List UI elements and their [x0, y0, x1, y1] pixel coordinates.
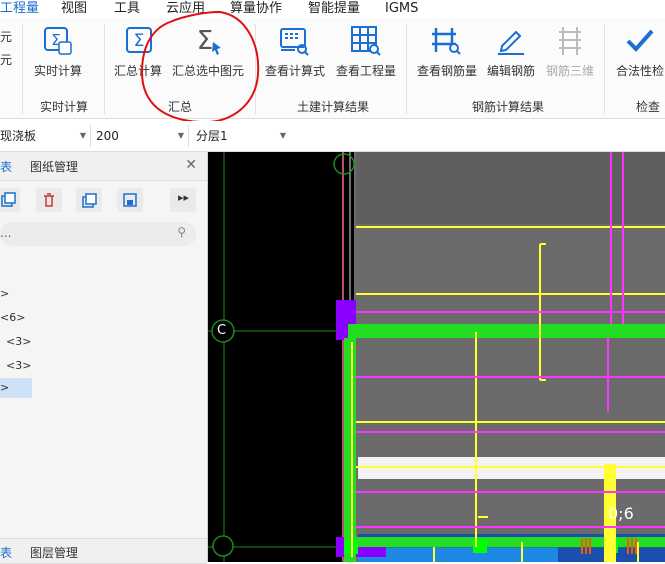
menu-quantity[interactable]: 工程量 — [0, 0, 40, 20]
left-panel: 表 图纸管理 ✕ ▸▸ ... ⚲ > <6> <3> <3> > 表 图层管理 — [0, 152, 208, 564]
tab-drawing-manager[interactable]: 图纸管理 — [30, 158, 78, 175]
menu-smart[interactable]: 智能提量 — [308, 0, 360, 18]
axis-label-c: C — [217, 323, 227, 338]
checkmark-icon — [626, 29, 654, 52]
realtime-calc-icon: Σ — [44, 27, 72, 55]
tree-item[interactable]: <3> — [6, 335, 31, 348]
realtime-calc-label: 实时计算 — [34, 64, 83, 78]
edit-rebar-label: 编辑钢筋 — [487, 64, 536, 78]
menu-view[interactable]: 视图 — [61, 0, 87, 18]
group-civil: 土建计算结果 — [297, 100, 370, 114]
save-icon[interactable] — [117, 188, 143, 212]
more-icon[interactable]: ▸▸ — [170, 188, 196, 212]
quantity-table-icon — [351, 26, 381, 56]
legality-check-button[interactable]: 合法性检 — [616, 24, 664, 79]
view-formula-button[interactable]: 查看计算式 — [265, 24, 325, 79]
tab-table[interactable]: 表 — [0, 158, 12, 175]
search-icon[interactable]: ⚲ — [177, 225, 186, 239]
group-realtime: 实时计算 — [40, 100, 89, 114]
close-icon[interactable]: ✕ — [185, 157, 197, 173]
tab-table-bottom[interactable]: 表 — [0, 544, 12, 561]
delete-icon[interactable] — [36, 188, 62, 212]
ribbon-left-cut-1: 元 — [0, 30, 13, 44]
view-quantity-button[interactable]: 查看工程量 — [336, 24, 396, 79]
bottom-tab-header: 表 图层管理 — [0, 538, 207, 564]
view-formula-label: 查看计算式 — [265, 64, 326, 78]
rebar-quantity-icon — [432, 28, 461, 55]
tree-item[interactable]: <6> — [0, 311, 25, 324]
menu-igms[interactable]: IGMS — [385, 0, 418, 18]
red-circle-annotation — [140, 10, 260, 124]
top-tab-header: 表 图纸管理 ✕ — [0, 152, 207, 181]
cad-drawing — [208, 152, 665, 562]
canvas-annotation: 0;6 — [608, 504, 634, 523]
tree-item-selected[interactable]: > — [0, 378, 32, 398]
ribbon-left-cut-2: 元 — [0, 53, 13, 67]
edit-rebar-button[interactable]: 编辑钢筋 — [487, 24, 535, 79]
chevron-down-icon: ▼ — [279, 131, 286, 140]
duplicate-icon[interactable] — [76, 188, 102, 212]
value-text: 200 — [96, 129, 119, 143]
chevron-down-icon: ▼ — [177, 131, 184, 140]
tree-item[interactable]: > — [0, 287, 9, 300]
view-rebar-label: 查看钢筋量 — [417, 64, 478, 78]
property-toolbar: 现浇板 ▼ 200 ▼ 分层1 ▼ — [0, 121, 665, 152]
view-quantity-label: 查看工程量 — [336, 64, 397, 78]
pencil-icon — [498, 30, 524, 55]
search-input[interactable]: ... ⚲ — [0, 222, 196, 246]
layer-select[interactable]: 分层1 ▼ — [196, 125, 290, 147]
view-rebar-button[interactable]: 查看钢筋量 — [417, 24, 477, 79]
group-rebar: 钢筋计算结果 — [472, 100, 545, 114]
tree-item[interactable]: <3> — [6, 359, 31, 372]
tab-layer-manager[interactable]: 图层管理 — [30, 544, 78, 561]
chevron-down-icon: ▼ — [79, 131, 86, 140]
ribbon: 元 元 Σ 实时计算 Σ 汇总计算 Σ 汇总选中图元 查看计算式 查看工程量 查… — [0, 10, 665, 124]
menu-bar: 工程量 视图 工具 云应用 算量协作 智能提量 IGMS — [0, 0, 665, 20]
component-type-select[interactable]: 现浇板 ▼ — [0, 125, 91, 147]
rebar-3d-label: 钢筋三维 — [546, 64, 595, 78]
formula-icon — [280, 28, 309, 56]
rebar-3d-icon — [559, 27, 581, 55]
copy-icon[interactable] — [0, 188, 20, 212]
rebar-3d-button[interactable]: 钢筋三维 — [546, 24, 594, 79]
legality-check-label: 合法性检 — [616, 64, 665, 78]
component-type-value: 现浇板 — [0, 129, 37, 143]
group-check: 检查 — [636, 100, 661, 114]
realtime-calc-button[interactable]: Σ 实时计算 — [34, 24, 82, 79]
drawing-canvas[interactable]: C 0;6 — [208, 152, 665, 562]
value-select[interactable]: 200 ▼ — [96, 125, 189, 147]
layer-value: 分层1 — [196, 129, 228, 143]
search-placeholder: ... — [0, 226, 12, 240]
